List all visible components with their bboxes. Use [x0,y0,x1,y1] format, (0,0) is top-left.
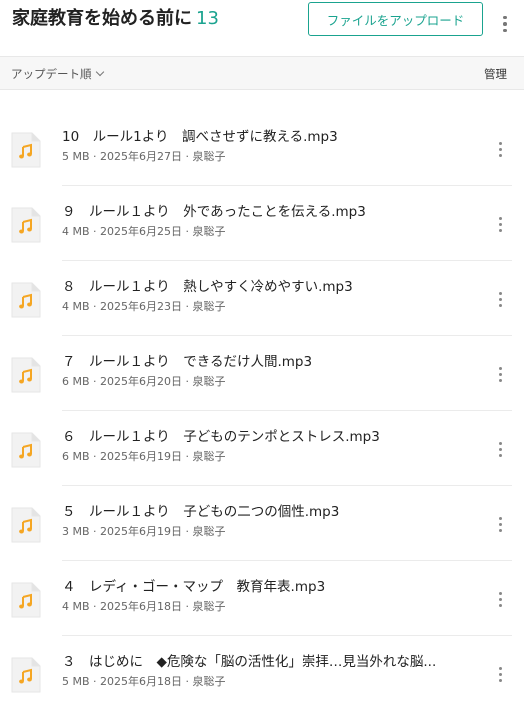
more-options-icon[interactable] [497,10,513,38]
file-author: 泉聡子 [192,525,226,538]
meta-separator: · [182,375,193,388]
audio-file-icon [11,582,41,618]
more-options-icon[interactable] [492,513,508,535]
meta-separator: · [89,225,101,238]
file-row[interactable]: ３ はじめに ◆危険な「脳の活性化」崇拝…見当外れな脳... 5 MB · 202… [0,636,524,710]
audio-file-icon [11,507,41,543]
file-size: 4 MB [62,600,90,613]
file-name[interactable]: ５ ルール１より 子どもの二つの個性.mp3 [62,503,472,521]
upload-file-button[interactable]: ファイルをアップロード [308,2,483,36]
file-date: 2025年6月20日 [100,375,183,388]
file-meta: 3 MB · 2025年6月19日 · 泉聡子 [62,525,226,539]
file-name[interactable]: ４ レディ・ゴー・マップ 教育年表.mp3 [62,578,472,596]
file-row[interactable]: ７ ルール１より できるだけ人間.mp3 6 MB · 2025年6月20日 · … [0,336,524,411]
file-name[interactable]: ７ ルール１より できるだけ人間.mp3 [62,353,472,371]
file-meta: 6 MB · 2025年6月20日 · 泉聡子 [62,375,226,389]
file-name[interactable]: ３ はじめに ◆危険な「脳の活性化」崇拝…見当外れな脳... [62,653,472,671]
more-options-icon[interactable] [492,663,508,685]
file-date: 2025年6月18日 [100,675,183,688]
file-name[interactable]: ９ ルール１より 外であったことを伝える.mp3 [62,203,472,221]
file-meta: 5 MB · 2025年6月18日 · 泉聡子 [62,675,226,689]
meta-separator: · [182,525,193,538]
meta-separator: · [89,675,101,688]
meta-separator: · [182,150,193,163]
more-options-icon[interactable] [492,363,508,385]
file-size: 5 MB [62,675,90,688]
file-row[interactable]: ６ ルール１より 子どものテンポとストレス.mp3 6 MB · 2025年6月1… [0,411,524,486]
file-row[interactable]: ４ レディ・ゴー・マップ 教育年表.mp3 4 MB · 2025年6月18日 ·… [0,561,524,636]
more-options-icon[interactable] [492,588,508,610]
file-row[interactable]: ８ ルール１より 熱しやすく冷めやすい.mp3 4 MB · 2025年6月23日… [0,261,524,336]
manage-button[interactable]: 管理 [484,66,507,82]
file-list: 10 ルール1より 調べさせずに教える.mp3 5 MB · 2025年6月27日… [0,111,524,710]
file-count: 13 [196,8,219,29]
file-author: 泉聡子 [192,600,226,613]
meta-separator: · [89,450,101,463]
file-size: 3 MB [62,525,90,538]
file-date: 2025年6月19日 [100,525,183,538]
meta-separator: · [182,300,193,313]
file-size: 6 MB [62,375,90,388]
more-options-icon[interactable] [492,288,508,310]
audio-file-icon [11,132,41,168]
meta-separator: · [89,525,101,538]
file-date: 2025年6月19日 [100,450,183,463]
file-row[interactable]: ５ ルール１より 子どもの二つの個性.mp3 3 MB · 2025年6月19日 … [0,486,524,561]
file-meta: 4 MB · 2025年6月25日 · 泉聡子 [62,225,226,239]
sort-dropdown[interactable]: アップデート順 [11,66,104,82]
file-author: 泉聡子 [192,225,226,238]
file-author: 泉聡子 [192,375,226,388]
file-row[interactable]: ９ ルール１より 外であったことを伝える.mp3 4 MB · 2025年6月25… [0,186,524,261]
meta-separator: · [182,225,193,238]
sort-toolbar: アップデート順 管理 [0,56,524,90]
file-meta: 4 MB · 2025年6月23日 · 泉聡子 [62,300,226,314]
file-meta: 5 MB · 2025年6月27日 · 泉聡子 [62,150,226,164]
audio-file-icon [11,357,41,393]
file-size: 4 MB [62,300,90,313]
file-date: 2025年6月27日 [100,150,183,163]
meta-separator: · [89,600,101,613]
more-options-icon[interactable] [492,213,508,235]
file-name[interactable]: 10 ルール1より 調べさせずに教える.mp3 [62,128,472,146]
file-meta: 4 MB · 2025年6月18日 · 泉聡子 [62,600,226,614]
file-author: 泉聡子 [192,300,226,313]
file-size: 4 MB [62,225,90,238]
audio-file-icon [11,207,41,243]
file-author: 泉聡子 [192,675,226,688]
audio-file-icon [11,657,41,693]
meta-separator: · [182,450,193,463]
file-name[interactable]: ８ ルール１より 熱しやすく冷めやすい.mp3 [62,278,472,296]
folder-title: 家庭教育を始める前に [12,8,192,29]
file-size: 5 MB [62,150,90,163]
file-meta: 6 MB · 2025年6月19日 · 泉聡子 [62,450,226,464]
file-name[interactable]: ６ ルール１より 子どものテンポとストレス.mp3 [62,428,472,446]
file-date: 2025年6月18日 [100,600,183,613]
more-options-icon[interactable] [492,138,508,160]
chevron-down-icon [95,67,104,77]
meta-separator: · [89,150,101,163]
more-options-icon[interactable] [492,438,508,460]
meta-separator: · [89,300,101,313]
file-date: 2025年6月23日 [100,300,183,313]
file-row[interactable]: 10 ルール1より 調べさせずに教える.mp3 5 MB · 2025年6月27日… [0,111,524,186]
file-author: 泉聡子 [192,150,226,163]
file-date: 2025年6月25日 [100,225,183,238]
file-size: 6 MB [62,450,90,463]
meta-separator: · [182,600,193,613]
file-author: 泉聡子 [192,450,226,463]
sort-label: アップデート順 [11,67,92,81]
audio-file-icon [11,432,41,468]
page-title: 家庭教育を始める前に 13 [12,8,219,30]
audio-file-icon [11,282,41,318]
meta-separator: · [182,675,193,688]
page-header: 家庭教育を始める前に 13 ファイルをアップロード [0,0,524,56]
meta-separator: · [89,375,101,388]
